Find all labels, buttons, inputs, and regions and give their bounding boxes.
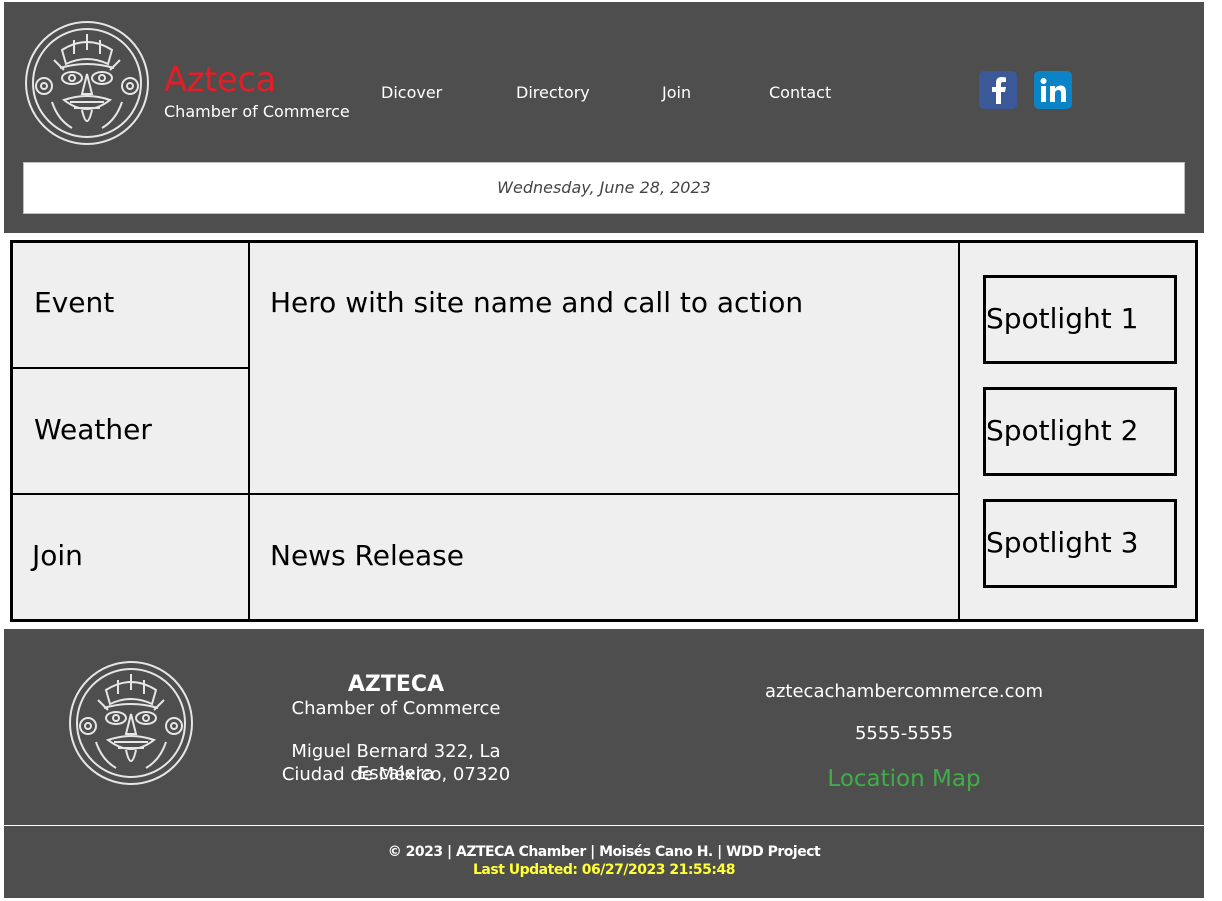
- divider: [958, 243, 960, 619]
- spotlight-1: Spotlight 1: [983, 275, 1177, 364]
- nav-link-contact[interactable]: Contact: [769, 82, 831, 104]
- last-updated-text: Last Updated: 06/27/2023 21:55:48: [473, 862, 735, 878]
- aztec-mask-logo-icon[interactable]: [24, 20, 150, 146]
- current-date-bar: Wednesday, June 28, 2023: [23, 162, 1185, 214]
- footer-phone: 5555-5555: [854, 723, 954, 744]
- nav-link-discover[interactable]: Dicover: [381, 82, 442, 104]
- location-map-link[interactable]: Location Map: [744, 765, 1064, 793]
- spotlight-label: Spotlight 3: [986, 526, 1139, 559]
- linkedin-icon[interactable]: [1034, 71, 1072, 109]
- spotlight-3: Spotlight 3: [983, 499, 1177, 588]
- join-section: Join: [32, 539, 83, 572]
- divider: [248, 243, 250, 619]
- news-release-section: News Release: [270, 539, 464, 572]
- spotlight-2: Spotlight 2: [983, 387, 1177, 476]
- site-footer: AZTECA Chamber of Commerce Miguel Bernar…: [4, 629, 1204, 825]
- site-header: Azteca Chamber of Commerce Dicover Direc…: [4, 2, 1204, 233]
- footer-subtitle: Chamber of Commerce: [291, 698, 501, 719]
- copyright-text: © 2023 | AZTECA Chamber | Moisés Cano H.…: [387, 844, 821, 860]
- event-section: Event: [34, 286, 115, 319]
- divider: [13, 367, 250, 369]
- spotlight-label: Spotlight 1: [986, 302, 1139, 335]
- aztec-mask-logo-icon: [68, 660, 194, 786]
- footer-website-link[interactable]: aztecachambercommerce.com: [744, 681, 1064, 703]
- copyright-bar: © 2023 | AZTECA Chamber | Moisés Cano H.…: [4, 826, 1204, 898]
- nav-link-join[interactable]: Join: [662, 82, 691, 104]
- main-content-grid: Event Weather Join Hero with site name a…: [10, 240, 1198, 622]
- footer-address-line2: Ciudad de México, 07320: [281, 764, 511, 785]
- current-date: Wednesday, June 28, 2023: [497, 178, 711, 197]
- brand-subtitle: Chamber of Commerce: [164, 102, 350, 121]
- brand-name: Azteca: [164, 60, 276, 100]
- facebook-icon[interactable]: [979, 71, 1017, 109]
- spotlight-label: Spotlight 2: [986, 414, 1139, 447]
- hero-section: Hero with site name and call to action: [270, 286, 804, 319]
- weather-section: Weather: [34, 413, 152, 446]
- footer-title: AZTECA: [347, 672, 445, 697]
- nav-link-directory[interactable]: Directory: [516, 82, 590, 104]
- divider: [13, 493, 960, 495]
